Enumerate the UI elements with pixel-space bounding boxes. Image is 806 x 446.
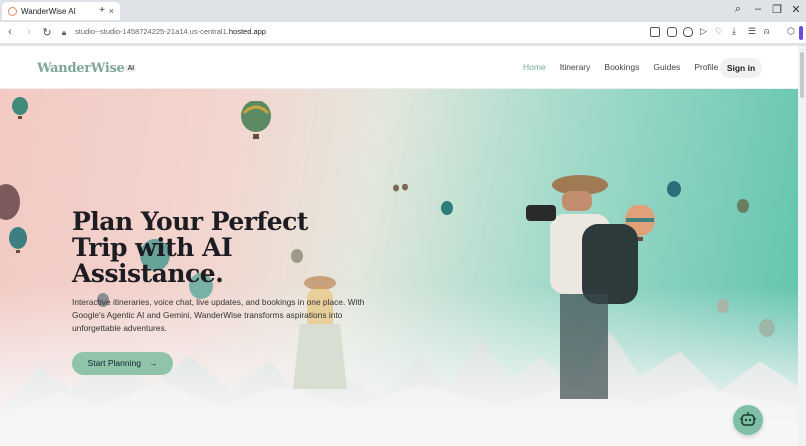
headline-line-1: Plan Your Perfect (72, 207, 308, 236)
shield-icon[interactable] (683, 27, 693, 37)
nav-itinerary[interactable]: Itinerary (560, 62, 591, 72)
photographer-figure (526, 175, 638, 399)
nav-profile[interactable]: Profile (694, 62, 718, 72)
restore-icon[interactable]: ❐ (769, 3, 785, 16)
balloon-image (241, 101, 271, 139)
favicon-icon (8, 6, 17, 16)
sidebar-accent (799, 26, 803, 40)
scrollbar-thumb[interactable] (800, 52, 804, 98)
balloon-image (9, 227, 27, 253)
brand-ai-badge: AI (125, 65, 136, 72)
camera-icon[interactable] (667, 27, 677, 37)
new-tab-button[interactable]: + (96, 5, 108, 17)
cta-label: Start Planning (87, 358, 141, 368)
start-planning-button[interactable]: Start Planning → (72, 352, 173, 375)
balloon-image (441, 201, 453, 215)
minimize-icon[interactable]: – (750, 3, 766, 15)
balloon-image (759, 319, 775, 337)
brand-logo[interactable]: WanderWise AI (37, 61, 136, 76)
extension-icon[interactable]: ⬡ (787, 26, 795, 37)
arrow-right-icon: → (148, 358, 158, 368)
menu-icon[interactable]: ☰ (748, 26, 756, 37)
edit-icon[interactable] (650, 27, 660, 37)
browser-tab-bar: WanderWise AI × + ⌕ – ❐ ✕ (0, 0, 806, 22)
balloon-image (667, 181, 681, 197)
headline-line-3: Assistance. (72, 259, 224, 288)
download-icon[interactable]: ⤓ (732, 26, 736, 37)
close-window-icon[interactable]: ✕ (788, 3, 804, 16)
reload-icon[interactable]: ↻ (40, 26, 54, 39)
brand-name: WanderWise (37, 61, 125, 76)
tab-close-icon[interactable]: × (109, 6, 114, 16)
nav-guides[interactable]: Guides (653, 62, 680, 72)
page-scrollbar[interactable] (798, 46, 806, 446)
heart-icon[interactable]: ♡ (715, 26, 723, 37)
hero-headline: Plan Your Perfect Trip with AI Assistanc… (72, 209, 332, 287)
address-bar: ‹ › ↻ 🔒︎ studio--studio-1458724225-21a14… (0, 22, 806, 44)
url-field[interactable]: studio--studio-1458724225-21a14.us-centr… (75, 27, 266, 36)
balloon-image (12, 97, 28, 119)
nav-bookings[interactable]: Bookings (604, 62, 639, 72)
search-icon[interactable]: ⌕ (730, 3, 746, 16)
headline-line-2: Trip with AI (72, 233, 233, 262)
profile-icon[interactable]: ⍝ (764, 26, 769, 37)
forward-icon[interactable]: › (22, 26, 36, 38)
url-host: hosted.app (228, 27, 266, 36)
site-header: WanderWise AI Home Itinerary Bookings Gui… (0, 46, 798, 89)
robot-icon (740, 412, 756, 426)
chatbot-button[interactable] (733, 405, 763, 435)
balloon-image (0, 184, 20, 220)
web-page: WanderWise AI Home Itinerary Bookings Gui… (0, 46, 806, 446)
nav-home[interactable]: Home (523, 62, 546, 72)
back-icon[interactable]: ‹ (3, 26, 17, 38)
lock-icon: 🔒︎ (61, 28, 67, 37)
play-icon[interactable]: ▷ (700, 26, 707, 37)
hero-subtitle: Interactive itineraries, voice chat, liv… (72, 297, 365, 333)
sign-in-button[interactable]: Sign in (720, 58, 762, 78)
balloon-image (717, 299, 729, 313)
hero-section: Plan Your Perfect Trip with AI Assistanc… (0, 89, 798, 446)
main-nav: Home Itinerary Bookings Guides Profile (523, 62, 718, 72)
url-prefix: studio--studio-1458724225-21a14.us-centr… (75, 27, 229, 36)
balloon-image (737, 199, 749, 213)
balloon-image (393, 184, 408, 192)
